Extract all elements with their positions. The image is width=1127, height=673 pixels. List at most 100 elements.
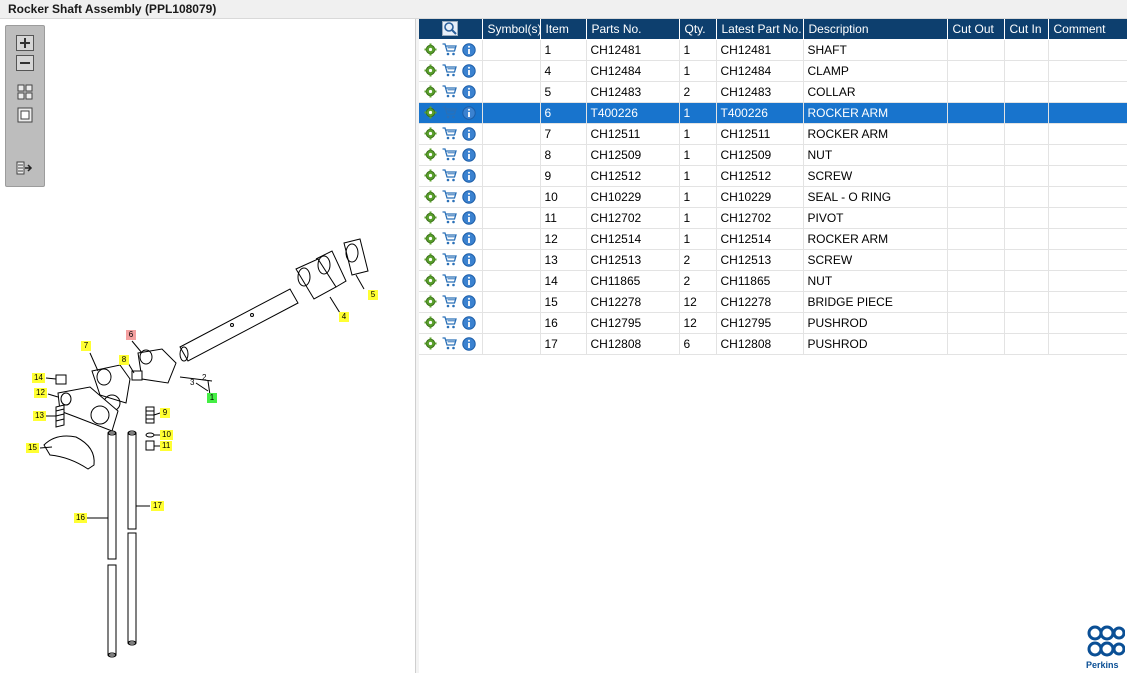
column-header-symbols[interactable]: Symbol(s) — [482, 19, 541, 40]
cell-description: PUSHROD — [803, 312, 948, 334]
callout-11[interactable]: 11 — [160, 441, 173, 451]
info-icon[interactable] — [461, 273, 476, 288]
cell-actions — [419, 123, 483, 145]
fit-window-button[interactable] — [15, 106, 35, 124]
info-icon[interactable] — [461, 168, 476, 183]
cart-icon[interactable] — [442, 294, 457, 309]
column-header-item[interactable]: Item — [540, 19, 587, 40]
table-row[interactable]: 12 CH12514 1 CH12514 ROCKER ARM — [419, 228, 1127, 250]
callout-8[interactable]: 8 — [119, 355, 129, 365]
table-row[interactable]: 10 CH10229 1 CH10229 SEAL - O RING — [419, 186, 1127, 208]
table-row[interactable]: 8 CH12509 1 CH12509 NUT — [419, 144, 1127, 166]
info-icon[interactable] — [461, 210, 476, 225]
info-icon[interactable] — [461, 126, 476, 141]
callout-15[interactable]: 15 — [26, 443, 39, 453]
gear-icon[interactable] — [423, 189, 438, 204]
info-icon[interactable] — [461, 147, 476, 162]
info-icon[interactable] — [461, 84, 476, 99]
cart-icon[interactable] — [442, 189, 457, 204]
table-row[interactable]: 1 CH12481 1 CH12481 SHAFT — [419, 39, 1127, 61]
table-row[interactable]: 7 CH12511 1 CH12511 ROCKER ARM — [419, 123, 1127, 145]
row-actions — [423, 187, 481, 207]
table-row[interactable]: 17 CH12808 6 CH12808 PUSHROD — [419, 333, 1127, 355]
info-icon[interactable] — [461, 189, 476, 204]
column-header-comment[interactable]: Comment — [1048, 19, 1127, 40]
table-row[interactable]: 11 CH12702 1 CH12702 PIVOT — [419, 207, 1127, 229]
table-row[interactable]: 4 CH12484 1 CH12484 CLAMP — [419, 60, 1127, 82]
zoom-out-button[interactable] — [15, 54, 35, 72]
info-icon[interactable] — [461, 42, 476, 57]
callout-6[interactable]: 6 — [126, 330, 136, 340]
gear-icon[interactable] — [423, 105, 438, 120]
callout-14[interactable]: 14 — [32, 373, 45, 383]
fit-all-button[interactable] — [15, 83, 35, 101]
column-header-cut-in[interactable]: Cut In — [1004, 19, 1049, 40]
gear-icon[interactable] — [423, 336, 438, 351]
diagram-pane[interactable]: 3 2 5 4 6 7 8 14 12 13 9 10 11 15 16 17 … — [0, 19, 416, 673]
cart-icon[interactable] — [442, 147, 457, 162]
column-header-qty[interactable]: Qty. — [679, 19, 717, 40]
cart-icon[interactable] — [442, 315, 457, 330]
gear-icon[interactable] — [423, 273, 438, 288]
info-icon[interactable] — [461, 294, 476, 309]
gear-icon[interactable] — [423, 42, 438, 57]
gear-icon[interactable] — [423, 147, 438, 162]
cart-icon[interactable] — [442, 63, 457, 78]
column-header-latest-part-no[interactable]: Latest Part No. — [716, 19, 804, 40]
exploded-diagram[interactable]: 3 2 — [0, 19, 416, 673]
gear-icon[interactable] — [423, 84, 438, 99]
column-header-parts-no[interactable]: Parts No. — [586, 19, 680, 40]
info-icon[interactable] — [461, 336, 476, 351]
column-header-description[interactable]: Description — [803, 19, 948, 40]
cart-icon[interactable] — [442, 84, 457, 99]
callout-13[interactable]: 13 — [33, 411, 46, 421]
callout-9[interactable]: 9 — [160, 408, 170, 418]
info-icon[interactable] — [461, 315, 476, 330]
callout-5[interactable]: 5 — [368, 290, 378, 300]
gear-icon[interactable] — [423, 315, 438, 330]
info-icon[interactable] — [461, 231, 476, 246]
callout-4[interactable]: 4 — [339, 312, 349, 322]
cell-qty: 1 — [679, 144, 717, 166]
column-header-cut-out[interactable]: Cut Out — [947, 19, 1005, 40]
table-row[interactable]: 15 CH12278 12 CH12278 BRIDGE PIECE — [419, 291, 1127, 313]
callout-7[interactable]: 7 — [81, 341, 91, 351]
cart-icon[interactable] — [442, 126, 457, 141]
row-actions — [423, 313, 481, 333]
export-button[interactable] — [15, 159, 35, 177]
table-row[interactable]: 16 CH12795 12 CH12795 PUSHROD — [419, 312, 1127, 334]
callout-17[interactable]: 17 — [151, 501, 164, 511]
gear-icon[interactable] — [423, 210, 438, 225]
cell-cut-in — [1004, 270, 1049, 292]
zoom-in-button[interactable] — [15, 34, 35, 52]
gear-icon[interactable] — [423, 252, 438, 267]
cart-icon[interactable] — [442, 252, 457, 267]
info-icon[interactable] — [461, 63, 476, 78]
table-row[interactable]: 9 CH12512 1 CH12512 SCREW — [419, 165, 1127, 187]
gear-icon[interactable] — [423, 63, 438, 78]
table-row[interactable]: 13 CH12513 2 CH12513 SCREW — [419, 249, 1127, 271]
cart-icon[interactable] — [442, 210, 457, 225]
info-icon[interactable] — [461, 252, 476, 267]
info-icon[interactable] — [461, 105, 476, 120]
cart-icon[interactable] — [442, 105, 457, 120]
callout-1[interactable]: 1 — [207, 393, 217, 403]
cell-parts-no: CH12513 — [586, 249, 680, 271]
gear-icon[interactable] — [423, 231, 438, 246]
cart-icon[interactable] — [442, 231, 457, 246]
cart-icon[interactable] — [442, 273, 457, 288]
table-row[interactable]: 6 T400226 1 T400226 ROCKER ARM — [419, 102, 1127, 124]
cell-symbols — [482, 207, 541, 229]
gear-icon[interactable] — [423, 126, 438, 141]
callout-16[interactable]: 16 — [74, 513, 87, 523]
column-header-search[interactable] — [419, 19, 483, 40]
gear-icon[interactable] — [423, 294, 438, 309]
table-row[interactable]: 5 CH12483 2 CH12483 COLLAR — [419, 81, 1127, 103]
callout-12[interactable]: 12 — [34, 388, 47, 398]
cart-icon[interactable] — [442, 336, 457, 351]
cart-icon[interactable] — [442, 42, 457, 57]
callout-10[interactable]: 10 — [160, 430, 173, 440]
table-row[interactable]: 14 CH11865 2 CH11865 NUT — [419, 270, 1127, 292]
gear-icon[interactable] — [423, 168, 438, 183]
cart-icon[interactable] — [442, 168, 457, 183]
